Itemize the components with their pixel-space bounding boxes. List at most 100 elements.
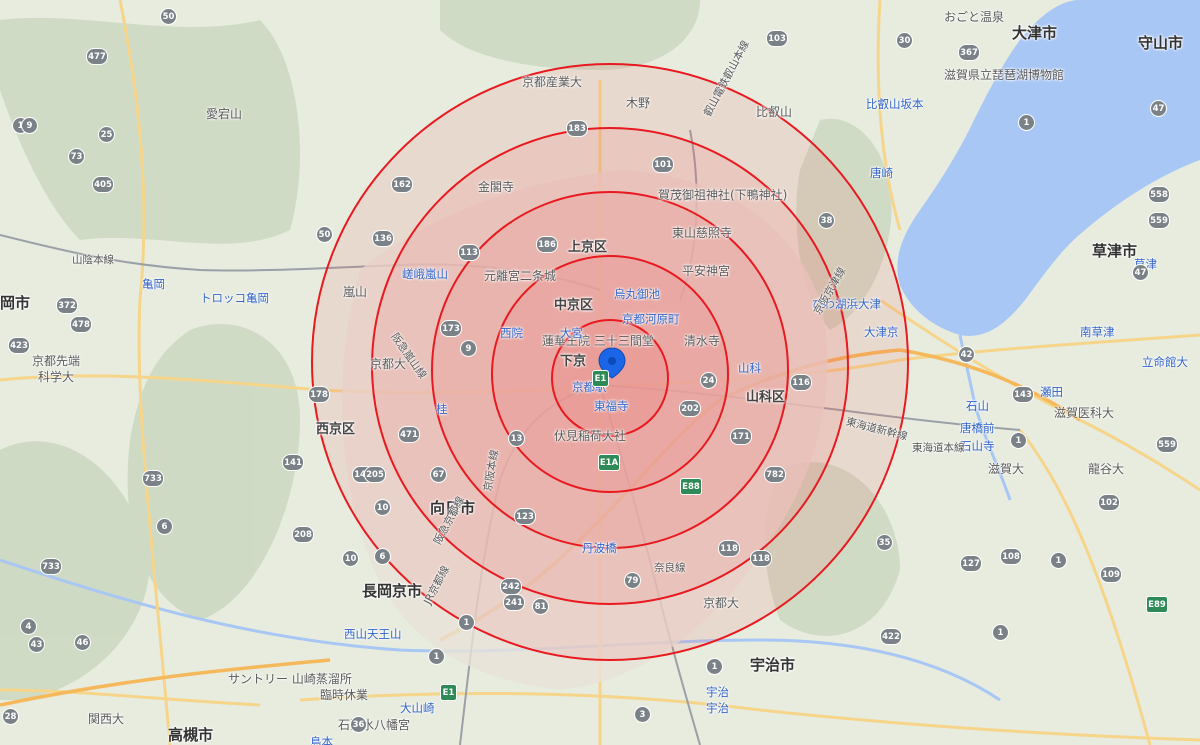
route-shield: E88 [680, 478, 702, 495]
station-label-otsukyo[interactable]: 大津京 [864, 324, 899, 340]
route-shield: 422 [880, 628, 902, 645]
poi-label-sanjusangendo[interactable]: 蓮華王院 三十三間堂 [542, 332, 654, 349]
route-shield: 50 [160, 8, 177, 25]
station-label-omiya[interactable]: 大宮 [560, 325, 583, 341]
route-shield: 46 [74, 634, 91, 651]
ward-label-shimogyo[interactable]: 下京 [560, 350, 586, 369]
poi-label-hieizan[interactable]: 比叡山 [756, 103, 792, 120]
station-label-yamashina_st[interactable]: 山科 [738, 360, 761, 376]
route-shield: 372 [56, 297, 78, 314]
route-shield: 558 [1148, 186, 1170, 203]
poi-label-kyoto_senkyo[interactable]: 京都先端 [32, 352, 80, 369]
map-view[interactable]: 大津市 守山市 草津市 高槻市 長岡京市 向日市 宇治市 岡市 上京区 中京区 下京 山科区 西京区 愛宕… [0, 0, 1200, 745]
route-shield: 1 [1010, 432, 1027, 449]
route-shield: E1 [592, 370, 609, 387]
station-label-ishiyamadera[interactable]: 石山寺 [960, 438, 995, 454]
route-shield: 478 [70, 316, 92, 333]
route-shield: 559 [1156, 436, 1178, 453]
poi-label-ginkakuji[interactable]: 東山慈照寺 [672, 224, 732, 241]
route-shield: 205 [364, 466, 386, 483]
poi-label-kansai_dai[interactable]: 関西大 [88, 710, 124, 727]
city-label-nagaokakyo[interactable]: 長岡京市 [362, 580, 422, 601]
poi-label-kyoto_dai2[interactable]: 京都大 [703, 594, 739, 611]
station-label-karasuma_oike[interactable]: 烏丸御池 [614, 286, 660, 302]
poi-label-iwashimizu[interactable]: 石清水八幡宮 [338, 716, 410, 733]
route-shield: 1 [458, 614, 475, 631]
poi-label-arashiyama[interactable]: 嵐山 [343, 283, 367, 300]
route-shield: 136 [372, 230, 394, 247]
route-shield: 108 [1000, 548, 1022, 565]
route-shield: 36 [350, 716, 367, 733]
route-shield: 1 [706, 658, 723, 675]
station-label-hieizan_sakamoto[interactable]: 比叡山坂本 [866, 96, 924, 112]
route-shield: 73 [68, 148, 85, 165]
poi-label-kagaku[interactable]: 科学大 [38, 368, 74, 385]
station-label-zeze[interactable]: 瀬田 [1040, 384, 1063, 400]
station-label-shimamoto[interactable]: 島本 [310, 734, 333, 745]
poi-label-fushimi[interactable]: 伏見稲荷大社 [554, 427, 626, 444]
poi-label-kinkakuji[interactable]: 金閣寺 [478, 178, 514, 195]
route-shield: 162 [391, 176, 413, 193]
station-label-oyamazaki[interactable]: 大山崎 [400, 700, 435, 716]
city-label-moriyama[interactable]: 守山市 [1138, 32, 1183, 53]
station-label-tambabashi[interactable]: 丹波橋 [582, 540, 617, 556]
route-shield: 1 [1050, 552, 1067, 569]
poi-label-ryukoku[interactable]: 龍谷大 [1088, 460, 1124, 477]
poi-label-nijo[interactable]: 元離宮二条城 [484, 267, 556, 284]
city-label-okashi[interactable]: 岡市 [0, 292, 30, 313]
station-label-minamikusatsu[interactable]: 南草津 [1080, 324, 1115, 340]
poi-label-suntory[interactable]: サントリー 山崎蒸溜所 [228, 670, 352, 687]
station-label-uji_st[interactable]: 宇治 [706, 684, 729, 700]
poi-label-kiyomizu[interactable]: 清水寺 [684, 332, 720, 349]
city-label-otsu[interactable]: 大津市 [1012, 22, 1057, 43]
route-shield: 47 [1150, 100, 1167, 117]
route-shield: 79 [624, 572, 641, 589]
route-shield: 143 [1012, 386, 1034, 403]
ward-label-yamashina[interactable]: 山科区 [746, 386, 785, 405]
route-shield: 10 [342, 550, 359, 567]
station-label-setakami[interactable]: 唐橋前 [960, 420, 995, 436]
poi-label-atagoyama[interactable]: 愛宕山 [206, 105, 242, 122]
station-label-kameoka[interactable]: 亀岡 [142, 276, 165, 292]
station-label-saiin[interactable]: 西院 [500, 325, 523, 341]
poi-label-suntory_sub[interactable]: 臨時休業 [320, 686, 368, 703]
ward-label-kamigyo[interactable]: 上京区 [568, 236, 607, 255]
station-label-nishiyama[interactable]: 西山天王山 [344, 626, 402, 642]
station-label-uji_st2[interactable]: 宇治 [706, 700, 729, 716]
poi-label-shiga_med[interactable]: 滋賀医科大 [1054, 404, 1114, 421]
route-shield: 367 [958, 44, 980, 61]
route-shield: 202 [679, 400, 701, 417]
route-shield: 6 [156, 518, 173, 535]
station-label-torokko[interactable]: トロッコ亀岡 [200, 290, 269, 306]
station-label-kawaramachi[interactable]: 京都河原町 [622, 311, 680, 327]
route-shield: 733 [40, 558, 62, 575]
poi-label-shiga_dai[interactable]: 滋賀大 [988, 460, 1024, 477]
station-label-sagaarashiyama[interactable]: 嵯峨嵐山 [402, 266, 448, 282]
route-shield: 118 [718, 540, 740, 557]
city-label-kusatsu[interactable]: 草津市 [1092, 240, 1137, 261]
poi-label-heian[interactable]: 平安神宮 [682, 262, 730, 279]
city-label-takatsuki[interactable]: 高槻市 [168, 724, 213, 745]
route-shield: 50 [316, 226, 333, 243]
route-shield: 28 [2, 708, 19, 725]
route-shield: 38 [818, 212, 835, 229]
station-label-katsura[interactable]: 桂 [436, 401, 448, 417]
city-label-uji[interactable]: 宇治市 [750, 654, 795, 675]
poi-label-kyoto_sangyo[interactable]: 京都産業大 [522, 73, 582, 90]
route-shield: 171 [730, 428, 752, 445]
station-label-karasaki[interactable]: 唐崎 [870, 165, 893, 181]
ward-label-nishikyo[interactable]: 西京区 [316, 418, 355, 437]
station-label-ishiyama[interactable]: 石山 [966, 398, 989, 414]
ward-label-nakagyo[interactable]: 中京区 [554, 294, 593, 313]
poi-label-ogoto[interactable]: おごと温泉 [944, 8, 1004, 25]
station-label-tofukuji[interactable]: 東福寺 [594, 398, 629, 414]
poi-label-kitano[interactable]: 木野 [626, 94, 650, 111]
route-shield: 9 [21, 117, 38, 134]
route-shield: 173 [440, 320, 462, 337]
poi-label-biwako_museum[interactable]: 滋賀県立琵琶湖博物館 [944, 66, 1064, 83]
route-shield: 25 [98, 126, 115, 143]
poi-label-kamo[interactable]: 賀茂御祖神社(下鴨神社) [658, 186, 787, 203]
route-shield: 123 [514, 508, 536, 525]
station-label-ritsumeikan[interactable]: 立命館大 [1142, 354, 1188, 370]
route-shield: 118 [750, 550, 772, 567]
